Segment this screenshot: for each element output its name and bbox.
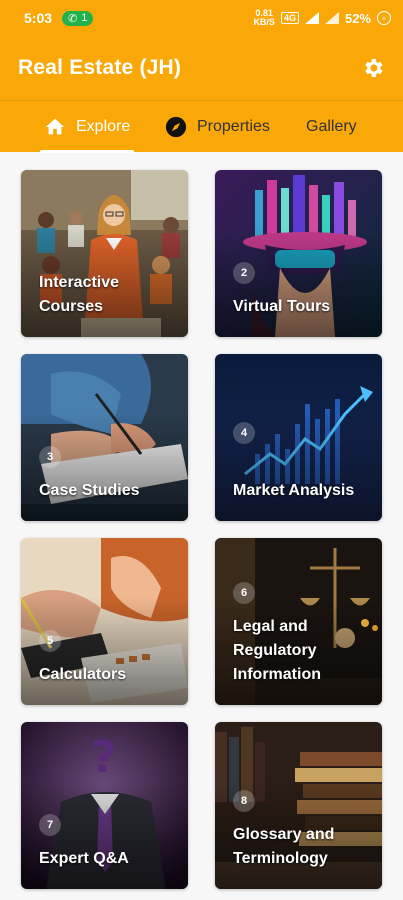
card-number-badge: 8 bbox=[233, 790, 255, 812]
network-speed-unit: KB/S bbox=[253, 17, 275, 27]
card-calculators[interactable]: 5 Calculators bbox=[21, 538, 188, 705]
tab-explore[interactable]: Explore bbox=[40, 101, 135, 153]
battery-percent: 52% bbox=[344, 10, 371, 26]
card-number-badge: 5 bbox=[39, 630, 61, 652]
tab-gallery[interactable]: Gallery bbox=[306, 101, 357, 153]
card-label: Virtual Tours bbox=[233, 298, 331, 315]
card-interactive-courses[interactable]: Interactive Courses bbox=[21, 170, 188, 337]
card-label: Calculators bbox=[39, 666, 127, 683]
network-badge: 4G bbox=[280, 12, 299, 24]
card-label: Expert Q&A bbox=[39, 850, 129, 867]
status-bar: 5:03 ✆ 1 0.81 KB/S 4G 52% + bbox=[0, 0, 403, 36]
tab-bar: Explore Properties Gallery bbox=[0, 100, 403, 153]
card-label: Interactive Courses bbox=[39, 274, 120, 315]
card-number-badge: 6 bbox=[233, 582, 255, 604]
gear-icon[interactable] bbox=[361, 56, 385, 80]
card-market-analysis[interactable]: 4 Market Analysis bbox=[215, 354, 382, 521]
card-label: Glossary and Terminology bbox=[233, 826, 335, 867]
card-glossary-terminology[interactable]: 8 Glossary and Terminology bbox=[215, 722, 382, 889]
app-bar: Real Estate (JH) bbox=[0, 36, 403, 100]
home-icon bbox=[45, 118, 65, 134]
compass-icon bbox=[165, 116, 187, 137]
card-label: Case Studies bbox=[39, 482, 140, 499]
card-expert-qa[interactable]: ? 7 Expert Q&A bbox=[21, 722, 188, 889]
tab-properties-label: Properties bbox=[197, 117, 270, 135]
app-title: Real Estate (JH) bbox=[18, 56, 182, 79]
signal-icon-2 bbox=[324, 12, 339, 24]
phone-icon: ✆ bbox=[68, 12, 78, 25]
network-speed: 0.81 KB/S bbox=[253, 9, 275, 27]
battery-icon: + bbox=[377, 11, 391, 25]
signal-icon bbox=[304, 12, 319, 24]
status-time: 5:03 bbox=[24, 10, 53, 26]
call-indicator-pill: ✆ 1 bbox=[62, 10, 94, 26]
card-case-studies[interactable]: 3 Case Studies bbox=[21, 354, 188, 521]
card-number-badge: 4 bbox=[233, 422, 255, 444]
card-virtual-tours[interactable]: 2 Virtual Tours bbox=[215, 170, 382, 337]
tab-properties[interactable]: Properties bbox=[165, 101, 270, 153]
active-tab-indicator bbox=[40, 149, 135, 153]
card-label: Market Analysis bbox=[233, 482, 355, 499]
call-count: 1 bbox=[81, 12, 88, 24]
tab-gallery-label: Gallery bbox=[306, 117, 357, 135]
card-label: Legal and Regulatory Information bbox=[233, 618, 321, 683]
card-legal-regulatory[interactable]: 6 Legal and Regulatory Information bbox=[215, 538, 382, 705]
tab-explore-label: Explore bbox=[76, 117, 131, 135]
card-number-badge: 2 bbox=[233, 262, 255, 284]
card-number-badge: 3 bbox=[39, 446, 61, 468]
card-number-badge: 7 bbox=[39, 814, 61, 836]
